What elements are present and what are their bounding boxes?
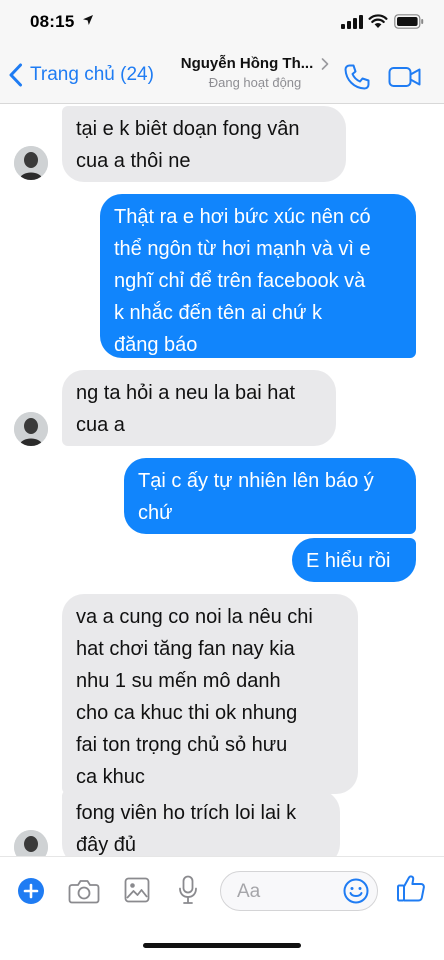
avatar bbox=[14, 412, 48, 446]
message-composer: Aa bbox=[0, 856, 444, 960]
signal-bars-icon bbox=[341, 15, 363, 29]
message-list[interactable]: tại e k biêt doạn fong vân cua a thôi ne… bbox=[0, 104, 444, 856]
contact-photo-icon bbox=[14, 412, 48, 446]
conversation-header: Trang chủ (24) Nguyễn Hồng Th... Đang ho… bbox=[0, 46, 444, 104]
message-incoming[interactable]: tại e k biêt doạn fong vân cua a thôi ne bbox=[62, 106, 346, 182]
wifi-icon bbox=[368, 14, 388, 28]
message-outgoing[interactable]: E hiểu rồi bbox=[292, 538, 416, 582]
phone-icon[interactable] bbox=[342, 62, 372, 92]
photo-icon[interactable] bbox=[124, 877, 150, 903]
message-incoming[interactable]: va a cung co noi la nêu chi hat chơi tăn… bbox=[62, 594, 358, 794]
contact-status: Đang hoạt động bbox=[208, 75, 302, 90]
avatar bbox=[14, 830, 48, 856]
message-input[interactable]: Aa bbox=[220, 871, 378, 911]
message-outgoing[interactable]: Thật ra e hơi bức xúc nên có thể ngôn từ… bbox=[100, 194, 416, 358]
contact-photo-icon bbox=[14, 830, 48, 856]
contact-info[interactable]: Nguyễn Hồng Th... Đang hoạt động bbox=[170, 55, 340, 90]
back-label: Trang chủ (24) bbox=[30, 64, 154, 85]
thumbs-up-icon[interactable] bbox=[396, 873, 426, 903]
location-arrow-icon bbox=[83, 15, 93, 25]
camera-icon[interactable] bbox=[68, 877, 100, 905]
status-time: 08:15 bbox=[30, 12, 75, 31]
avatar bbox=[14, 146, 48, 180]
video-camera-icon[interactable] bbox=[388, 64, 422, 90]
microphone-icon[interactable] bbox=[178, 875, 198, 905]
status-bar: 08:15 bbox=[0, 0, 444, 46]
emoji-icon[interactable] bbox=[343, 878, 369, 904]
back-chevron-icon bbox=[9, 63, 22, 87]
contact-photo-icon bbox=[14, 146, 48, 180]
message-outgoing[interactable]: Tại c ấy tự nhiên lên báo ý chứ bbox=[124, 458, 416, 534]
battery-icon bbox=[394, 14, 424, 29]
contact-name: Nguyễn Hồng Th... bbox=[180, 55, 314, 72]
home-indicator bbox=[143, 943, 301, 948]
message-input-placeholder: Aa bbox=[237, 881, 261, 902]
plus-icon[interactable] bbox=[17, 877, 45, 905]
message-incoming[interactable]: ng ta hỏi a neu la bai hat cua a bbox=[62, 370, 336, 446]
message-incoming[interactable]: fong viên ho trích loi lai k đây đủ bbox=[62, 790, 340, 856]
back-button[interactable]: Trang chủ (24) bbox=[8, 58, 154, 92]
chevron-right-icon bbox=[321, 57, 329, 70]
